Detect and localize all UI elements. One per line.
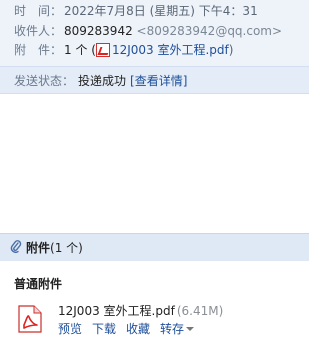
status-row: 发送状态： 投递成功 [查看详情] (14, 72, 187, 90)
time-value: 2022年7月8日 (星期五) 下午4：31 (64, 4, 258, 18)
attachments-title: 附件 (26, 241, 51, 255)
attachments-count: (1 个) (50, 241, 83, 255)
favorite-link[interactable]: 收藏 (126, 322, 150, 336)
view-details-link[interactable]: [查看详情] (130, 74, 187, 88)
status-value: 投递成功 (78, 74, 127, 88)
file-name-text[interactable]: 12J003 室外工程.pdf (58, 304, 175, 318)
download-link[interactable]: 下载 (92, 322, 116, 336)
time-label: 时 间： (14, 4, 63, 18)
recipient-row: 收件人： 809283942 <809283942@qq.com> (14, 22, 282, 40)
recipient-name[interactable]: 809283942 (64, 24, 133, 38)
delivery-status-bar: 发送状态： 投递成功 [查看详情] (0, 66, 309, 94)
preview-link[interactable]: 预览 (58, 322, 82, 336)
pdf-icon (95, 43, 110, 57)
chevron-down-icon (186, 327, 195, 331)
attachment-count: 1 个 ( (64, 43, 96, 57)
attachment-link[interactable]: 12J003 室外工程.pdf (112, 43, 229, 57)
save-to-link[interactable]: 转存 (160, 322, 195, 336)
attachment-label: 附 件： (14, 43, 63, 57)
mail-header: 时 间： 2022年7月8日 (星期五) 下午4：31 收件人： 809283942… (0, 0, 309, 66)
attachment-row: 附 件： 1 个 ( 12J003 室外工程.pdf) (14, 41, 233, 59)
recipient-label: 收件人： (14, 24, 63, 38)
recipient-email[interactable]: <809283942@qq.com> (137, 24, 283, 38)
attachment-file-name: 12J003 室外工程.pdf (6.41M) (58, 302, 223, 319)
attachment-close-paren: ) (228, 43, 234, 57)
pdf-file-icon[interactable] (18, 305, 42, 333)
attachments-bar: 附件(1 个) (0, 233, 309, 261)
time-row: 时 间： 2022年7月8日 (星期五) 下午4：31 (14, 2, 258, 20)
status-label: 发送状态： (14, 74, 75, 88)
save-to-label: 转存 (160, 322, 185, 336)
attachments-title-row: 附件(1 个) (10, 239, 83, 257)
file-size: (6.41M) (176, 304, 224, 318)
normal-attachments-heading: 普通附件 (14, 277, 63, 291)
paperclip-icon (10, 240, 22, 253)
attachment-actions: 预览 下载 收藏 转存 (58, 320, 204, 337)
